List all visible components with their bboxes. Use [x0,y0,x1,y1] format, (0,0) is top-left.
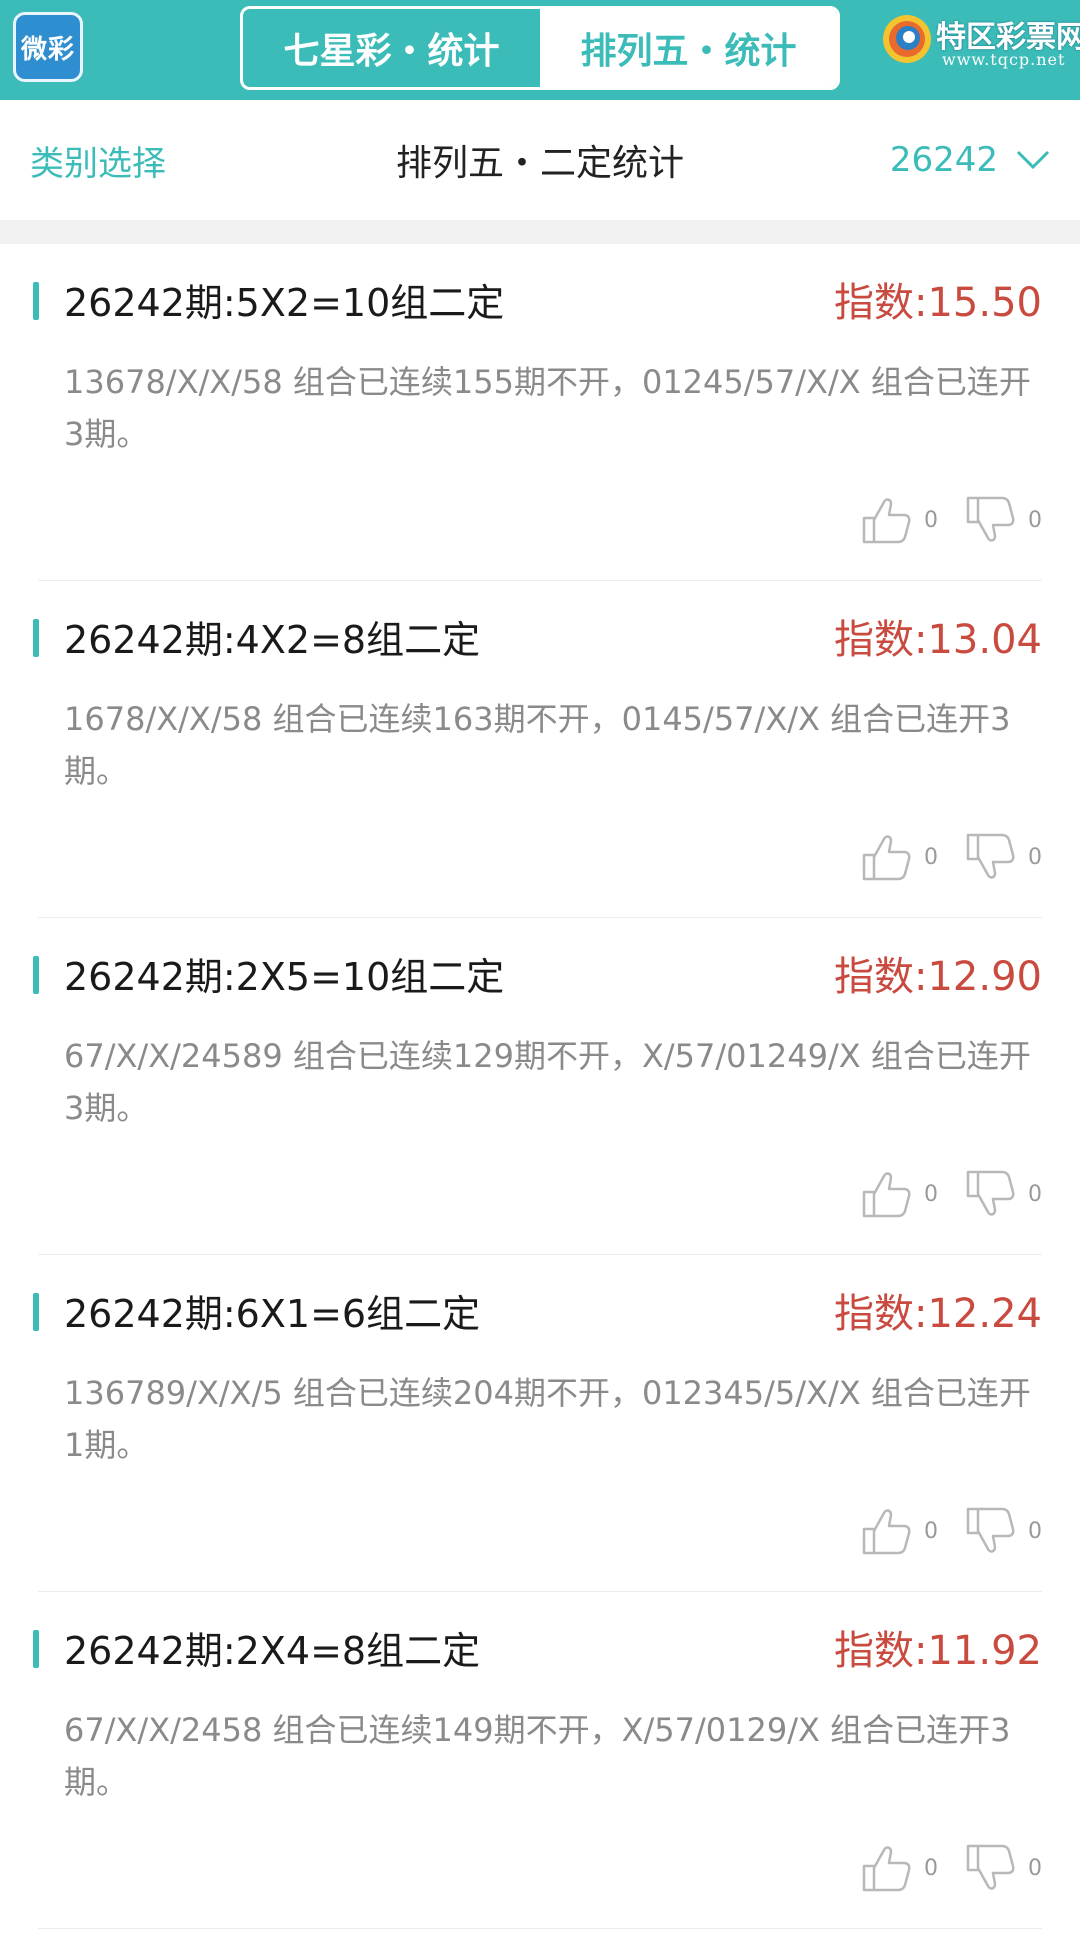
card-title: 26242期:2X4=8组二定 [64,1629,481,1673]
like-count: 0 [924,1181,938,1207]
like-button[interactable]: 0 [860,831,938,883]
dislike-button[interactable]: 0 [964,831,1042,883]
top-bar: 微彩 七星彩・统计 排列五・统计 特区彩票网 www.tqcp.net [0,0,1080,100]
dislike-button[interactable]: 0 [964,1168,1042,1220]
card-accent-bar [33,282,39,320]
dislike-button[interactable]: 0 [964,1505,1042,1557]
card-description: 67/X/X/2458 组合已连续149期不开，X/57/0129/X 组合已连… [64,1711,1011,1801]
stats-list: 26242期:5X2=10组二定 指数:15.50 13678/X/X/58 组… [0,244,1080,1929]
like-button[interactable]: 0 [860,1505,938,1557]
card-title: 26242期:4X2=8组二定 [64,618,481,662]
brand-url: www.tqcp.net [942,50,1066,69]
dislike-count: 0 [1028,1181,1042,1207]
card-index: 指数:11.92 [834,1628,1042,1674]
app-logo-text: 微彩 [20,34,75,65]
card-actions: 0 0 [860,494,1042,546]
category-select-button[interactable]: 类别选择 [30,100,166,220]
stat-card: 26242期:4X2=8组二定 指数:13.04 1678/X/X/58 组合已… [33,581,1042,918]
thumbs-up-icon [862,1846,911,1892]
card-title: 26242期:6X1=6组二定 [64,1292,481,1336]
section-divider [0,220,1080,244]
like-button[interactable]: 0 [860,494,938,546]
thumbs-down-icon [966,1507,1015,1553]
card-description: 67/X/X/24589 组合已连续129期不开，X/57/01249/X 组合… [64,1037,1031,1127]
thumbs-up-icon [862,1172,911,1218]
stat-card: 26242期:2X5=10组二定 指数:12.90 67/X/X/24589 组… [33,918,1042,1255]
thumbs-up-icon [862,498,911,544]
card-index: 指数:12.90 [834,954,1042,1000]
card-accent-bar [33,956,39,994]
card-actions: 0 0 [860,1505,1042,1557]
like-button[interactable]: 0 [860,1842,938,1894]
card-actions: 0 0 [860,1842,1042,1894]
dislike-count: 0 [1028,844,1042,870]
card-description: 136789/X/X/5 组合已连续204期不开，012345/5/X/X 组合… [64,1374,1031,1464]
dislike-count: 0 [1028,1855,1042,1881]
thumbs-down-icon [966,1844,1015,1890]
like-button[interactable]: 0 [860,1168,938,1220]
period-value: 26242 [889,140,998,180]
card-title: 26242期:5X2=10组二定 [64,281,505,325]
card-accent-bar [33,619,39,657]
card-accent-bar [33,1293,39,1331]
lottery-switcher: 七星彩・统计 排列五・统计 [240,6,840,90]
card-title: 26242期:2X5=10组二定 [64,955,505,999]
like-count: 0 [924,1518,938,1544]
card-description: 13678/X/X/58 组合已连续155期不开，01245/57/X/X 组合… [64,363,1031,453]
dislike-count: 0 [1028,507,1042,533]
swirl-logo-icon [883,15,931,63]
period-select-dropdown[interactable]: 26242 [890,100,1050,220]
card-actions: 0 0 [860,831,1042,883]
dislike-button[interactable]: 0 [964,1842,1042,1894]
chevron-down-icon [1016,150,1050,170]
card-description: 1678/X/X/58 组合已连续163期不开，0145/57/X/X 组合已连… [64,700,1011,790]
card-index: 指数:13.04 [834,617,1042,663]
card-accent-bar [33,1630,39,1668]
like-count: 0 [924,844,938,870]
thumbs-down-icon [966,1170,1015,1216]
like-count: 0 [924,1855,938,1881]
card-index: 指数:12.24 [834,1291,1042,1337]
dislike-button[interactable]: 0 [964,494,1042,546]
tab-qixingcai[interactable]: 七星彩・统计 [243,9,540,87]
card-actions: 0 0 [860,1168,1042,1220]
thumbs-up-icon [862,1509,911,1555]
card-index: 指数:15.50 [834,280,1042,326]
like-count: 0 [924,507,938,533]
brand-logo: 特区彩票网 www.tqcp.net [880,10,1080,80]
sub-header: 类别选择 排列五・二定统计 26242 [0,100,1080,220]
stat-card: 26242期:5X2=10组二定 指数:15.50 13678/X/X/58 组… [33,244,1042,581]
thumbs-down-icon [966,496,1015,542]
app-logo[interactable]: 微彩 [13,12,83,82]
stat-card: 26242期:2X4=8组二定 指数:11.92 67/X/X/2458 组合已… [33,1592,1042,1929]
thumbs-up-icon [862,835,911,881]
dislike-count: 0 [1028,1518,1042,1544]
thumbs-down-icon [966,833,1015,879]
tab-pailiewu[interactable]: 排列五・统计 [540,9,837,87]
stat-card: 26242期:6X1=6组二定 指数:12.24 136789/X/X/5 组合… [33,1255,1042,1592]
